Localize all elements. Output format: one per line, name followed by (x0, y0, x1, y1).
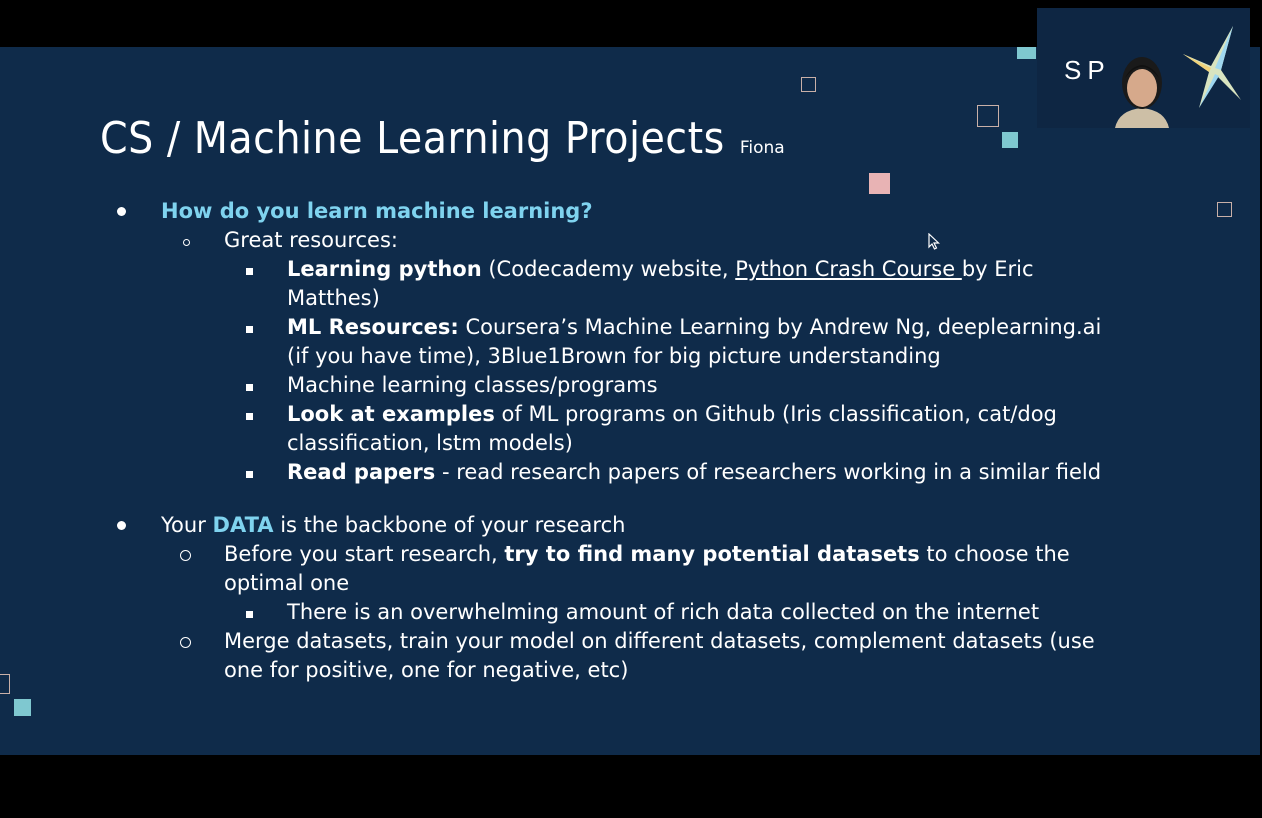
list-item: Merge datasets, train your model on diff… (224, 629, 1095, 653)
bullet-dot (117, 521, 126, 530)
bullet-square (246, 471, 253, 478)
bullet-square (246, 326, 253, 333)
decor-square (1217, 202, 1232, 217)
bullet-square (246, 611, 253, 618)
webcam-logo-text: SP (1064, 55, 1111, 85)
bullet-circle (183, 239, 190, 246)
bullet-heading: How do you learn machine learning? (161, 199, 593, 223)
list-item: Read papers - read research papers of re… (287, 460, 1102, 484)
bullet-square (246, 268, 253, 275)
bullet-circle (180, 550, 191, 561)
decor-square (801, 77, 816, 92)
bullet-heading: Your DATA is the backbone of your resear… (161, 513, 626, 537)
list-item: Machine learning classes/programs (287, 373, 658, 397)
decor-square (977, 105, 999, 127)
list-item: Look at examples of ML programs on Githu… (287, 402, 1057, 426)
decor-square (1002, 132, 1018, 148)
webcam-overlay[interactable]: SP (1037, 8, 1250, 128)
list-item: Learning python (Codecademy website, Pyt… (287, 257, 1034, 281)
slide-author: Fiona (739, 138, 785, 158)
presentation-slide: CS / Machine Learning Projects Fiona How… (0, 47, 1260, 755)
python-crash-course-link[interactable]: Python Crash Course (735, 257, 962, 281)
slide-title-row: CS / Machine Learning Projects Fiona (100, 113, 785, 164)
bullet-dot (117, 207, 126, 216)
list-item-continuation: (if you have time), 3Blue1Brown for big … (287, 344, 941, 368)
slide-title: CS / Machine Learning Projects (100, 113, 725, 164)
list-item: Before you start research, try to find m… (224, 542, 1070, 566)
decor-square (1017, 47, 1036, 59)
bullet-square (246, 413, 253, 420)
mouse-cursor-icon (928, 233, 940, 250)
list-item: There is an overwhelming amount of rich … (287, 600, 1040, 624)
decor-square (869, 173, 890, 194)
list-item-continuation: classification, lstm models) (287, 431, 573, 455)
spx-logo-icon (1183, 26, 1241, 108)
decor-square (14, 699, 31, 716)
list-item-continuation: one for positive, one for negative, etc) (224, 658, 629, 682)
decor-square (0, 674, 10, 694)
list-item: ML Resources: Coursera’s Machine Learnin… (287, 315, 1102, 339)
bullet-circle (180, 637, 191, 648)
presenter-video-icon (1115, 57, 1169, 128)
list-item: Great resources: (224, 228, 398, 252)
list-item-continuation: Matthes) (287, 286, 380, 310)
bullet-square (246, 384, 253, 391)
list-item-continuation: optimal one (224, 571, 350, 595)
